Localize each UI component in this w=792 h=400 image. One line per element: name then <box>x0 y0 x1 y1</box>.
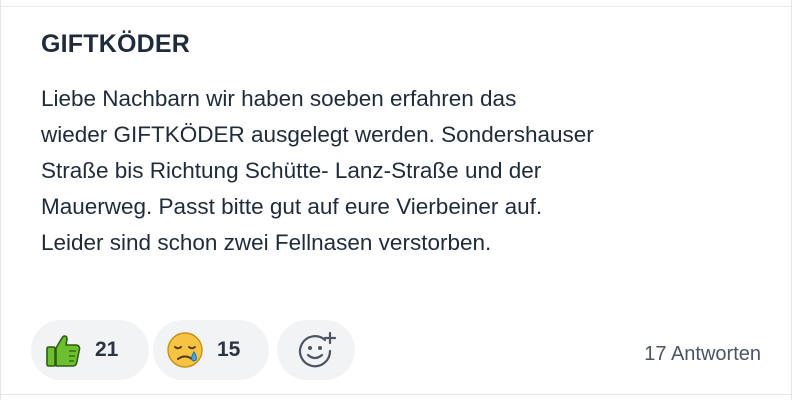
post-body: Liebe Nachbarn wir haben soeben erfahren… <box>41 81 771 261</box>
sad-reaction-button[interactable]: 15 <box>153 320 269 380</box>
add-reaction-icon <box>295 329 337 371</box>
post-body-line: Straße bis Richtung Schütte- Lanz-Straße… <box>41 158 542 183</box>
bottom-divider <box>1 394 791 400</box>
post-title: GIFTKÖDER <box>41 30 191 58</box>
like-reaction-button[interactable]: 21 <box>31 320 149 380</box>
top-divider <box>1 0 791 7</box>
sad-count: 15 <box>217 338 241 361</box>
post-body-line: Mauerweg. Passt bitte gut auf eure Vierb… <box>41 194 543 219</box>
like-count: 21 <box>95 338 119 361</box>
post-body-line: Leider sind schon zwei Fellnasen verstor… <box>41 230 492 255</box>
thumbs-up-icon <box>43 330 83 370</box>
post-card: GIFTKÖDER Liebe Nachbarn wir haben soebe… <box>0 0 792 400</box>
post-body-line: Liebe Nachbarn wir haben soeben erfahren… <box>41 86 517 111</box>
add-reaction-button[interactable] <box>277 320 355 380</box>
post-body-line: wieder GIFTKÖDER ausgelegt werden. Sonde… <box>41 122 594 147</box>
sad-tear-face-icon <box>165 330 205 370</box>
replies-link[interactable]: 17 Antworten <box>644 343 761 366</box>
